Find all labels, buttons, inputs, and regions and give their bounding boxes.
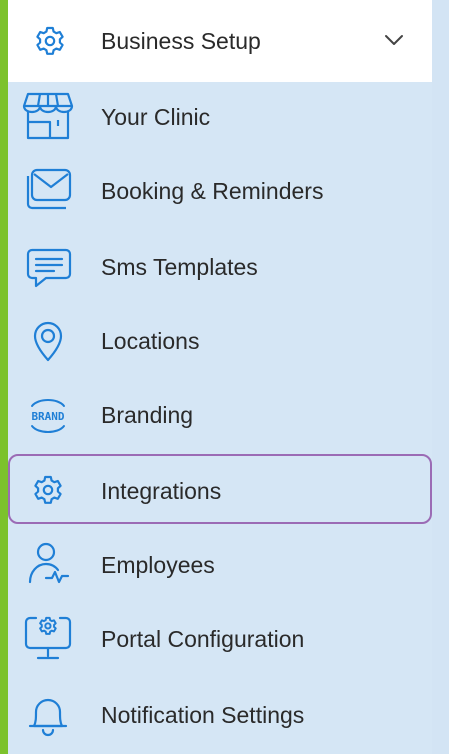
chevron-down-icon[interactable] <box>384 33 404 47</box>
menu-item-label: Employees <box>101 552 215 578</box>
menu-item-notification-settings[interactable]: Notification Settings <box>8 682 432 746</box>
menu-item-label: Notification Settings <box>101 702 305 728</box>
menu-item-label: Branding <box>101 402 194 428</box>
menu-item-label: Sms Templates <box>101 254 258 280</box>
menu-item-label: Booking & Reminders <box>101 178 324 204</box>
menu-item-sms-templates[interactable]: Sms Templates <box>8 234 432 298</box>
menu-item-label: Your Clinic <box>101 104 211 130</box>
business-setup-header[interactable]: Business Setup <box>8 0 432 82</box>
menu-item-employees[interactable]: Employees <box>8 532 432 596</box>
content-edge <box>432 0 449 754</box>
storefront-icon <box>22 90 74 142</box>
envelope-icon <box>22 164 74 216</box>
bell-icon <box>22 688 74 740</box>
chat-bubble-icon <box>22 240 74 292</box>
business-setup-label: Business Setup <box>101 28 261 54</box>
monitor-gear-icon <box>22 612 74 664</box>
brand-badge-text: BRAND <box>31 410 64 423</box>
menu-item-integrations[interactable]: Integrations <box>8 454 432 524</box>
gear-icon <box>34 25 66 57</box>
accent-bar <box>0 0 8 754</box>
menu-item-label: Portal Configuration <box>101 626 305 652</box>
menu-item-label: Locations <box>101 328 200 354</box>
user-heartbeat-icon <box>22 538 74 590</box>
gear-icon <box>22 464 74 516</box>
menu-item-your-clinic[interactable]: Your Clinic <box>8 84 432 148</box>
brand-badge-icon: BRAND <box>22 388 74 440</box>
menu-item-branding[interactable]: BRAND Branding <box>8 382 432 446</box>
menu-item-portal-configuration[interactable]: Portal Configuration <box>8 606 432 670</box>
map-pin-icon <box>22 314 74 366</box>
menu-item-label: Integrations <box>101 478 222 504</box>
menu-item-locations[interactable]: Locations <box>8 308 432 372</box>
menu-item-booking-reminders[interactable]: Booking & Reminders <box>8 158 432 222</box>
